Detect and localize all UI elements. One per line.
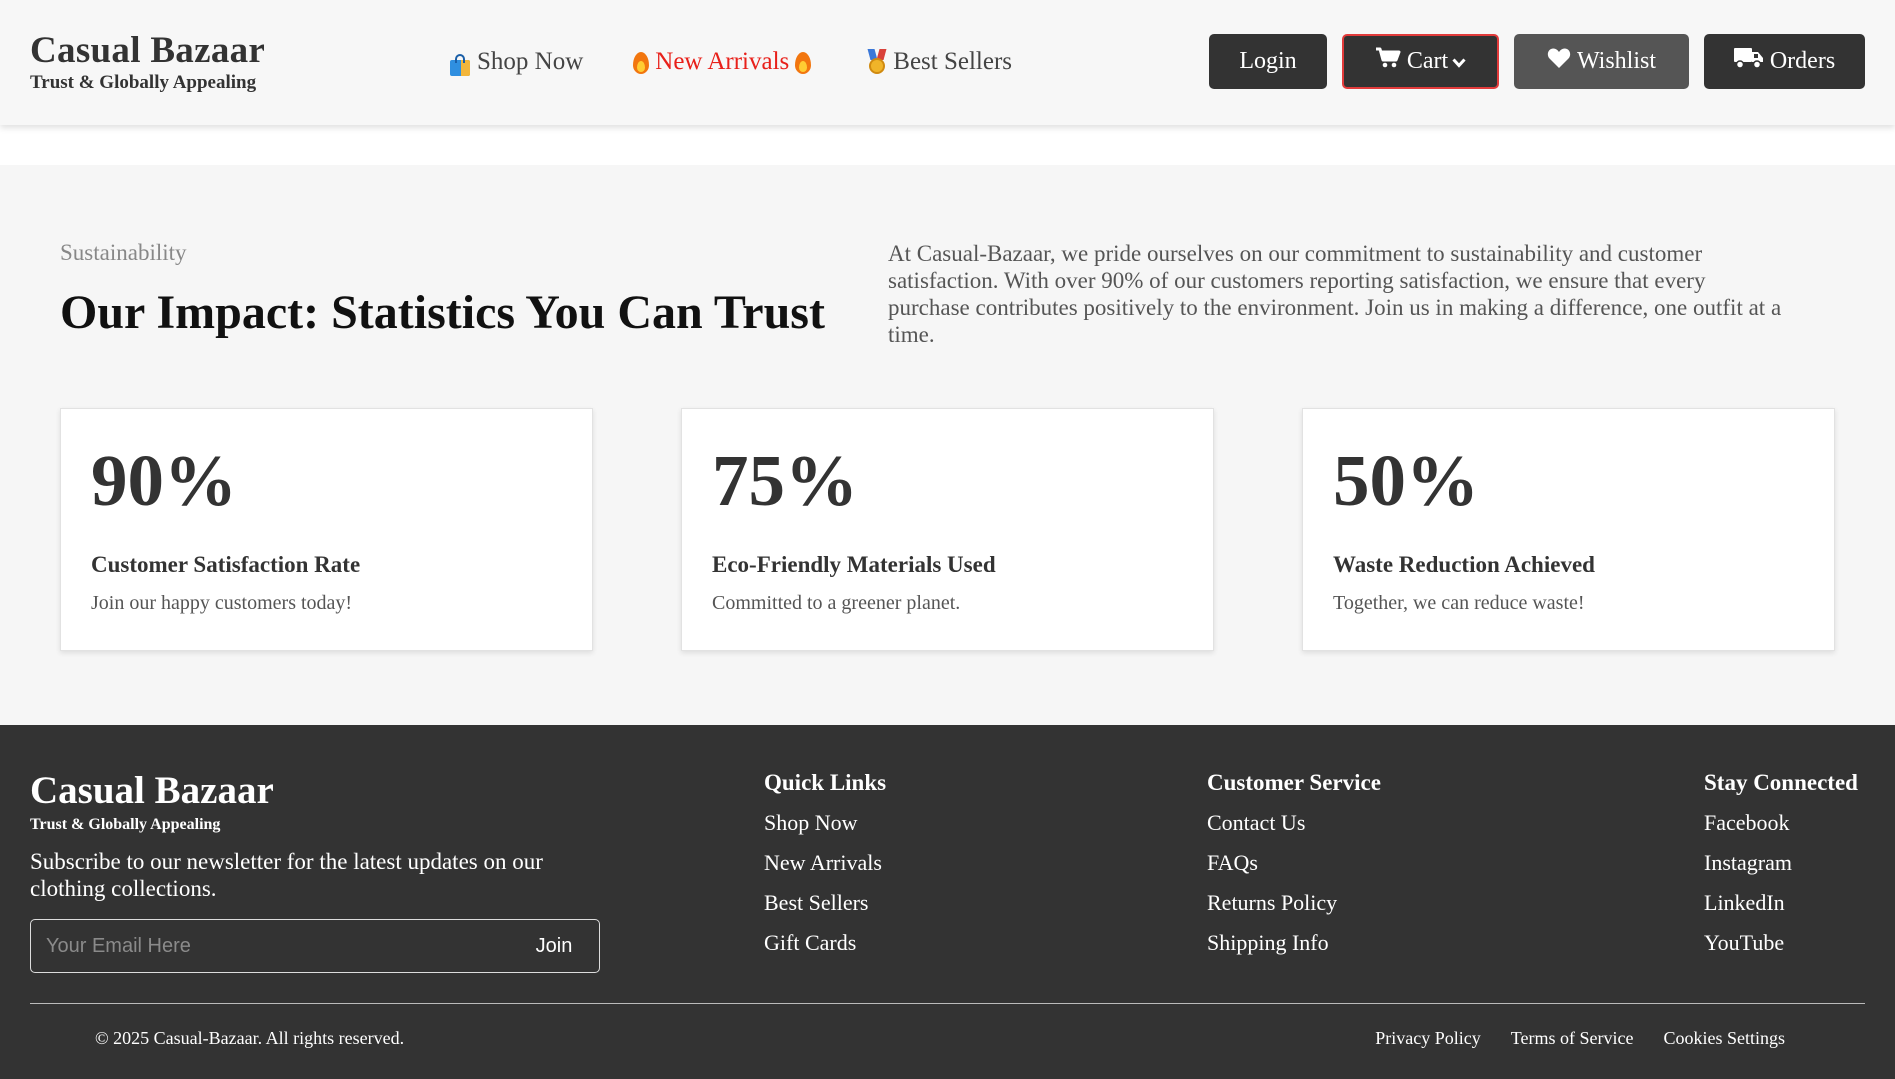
footer-brand-tagline: Trust & Globally Appealing [30, 816, 221, 833]
footer-link-shipping-info[interactable]: Shipping Info [1207, 930, 1381, 956]
footer-link-linkedin[interactable]: LinkedIn [1704, 890, 1858, 916]
wishlist-button[interactable]: Wishlist [1514, 34, 1689, 89]
stat-value: 75% [712, 440, 858, 521]
footer-link-best-sellers[interactable]: Best Sellers [764, 890, 886, 916]
footer-link-returns-policy[interactable]: Returns Policy [1207, 890, 1381, 916]
truck-icon [1733, 47, 1764, 76]
footer-column-title: Quick Links [764, 770, 887, 795]
footer-brand-name: Casual Bazaar [30, 769, 274, 812]
footer-column-title: Customer Service [1207, 770, 1381, 795]
terms-of-service-link[interactable]: Terms of Service [1511, 1028, 1634, 1049]
footer-link-new-arrivals[interactable]: New Arrivals [764, 850, 886, 876]
cart-icon [1375, 47, 1401, 76]
brand-tagline: Trust & Globally Appealing [30, 72, 257, 93]
impact-section: Sustainability Our Impact: Statistics Yo… [0, 165, 1895, 725]
footer-divider [30, 1003, 1865, 1004]
section-description: At Casual-Bazaar, we pride ourselves on … [888, 241, 1782, 347]
newsletter-text: Subscribe to our newsletter for the late… [30, 849, 543, 901]
medal-icon [866, 49, 888, 75]
site-footer: Casual Bazaar Trust & Globally Appealing… [0, 725, 1895, 1079]
nav-new-arrivals[interactable]: New Arrivals [632, 48, 812, 76]
footer-link-shop-now[interactable]: Shop Now [764, 810, 886, 836]
copyright-text: © 2025 Casual-Bazaar. All rights reserve… [95, 1028, 405, 1048]
heart-icon [1547, 47, 1571, 76]
footer-link-contact-us[interactable]: Contact Us [1207, 810, 1381, 836]
orders-button-label: Orders [1769, 48, 1836, 74]
fire-icon [794, 50, 812, 74]
stat-label: Customer Satisfaction Rate [91, 552, 361, 577]
login-button-label: Login [1239, 48, 1297, 74]
footer-link-instagram[interactable]: Instagram [1704, 850, 1858, 876]
header-brand[interactable]: Casual Bazaar Trust & Globally Appealing [30, 30, 265, 94]
cart-button[interactable]: Cart [1342, 34, 1499, 89]
footer-link-youtube[interactable]: YouTube [1704, 930, 1858, 956]
stat-card-waste: 50% Waste Reduction Achieved Together, w… [1302, 408, 1835, 651]
stat-label: Waste Reduction Achieved [1333, 552, 1595, 577]
stat-value: 90% [91, 440, 237, 521]
chevron-down-icon [1452, 48, 1466, 75]
login-button[interactable]: Login [1209, 34, 1327, 89]
footer-customer-service: Customer Service Contact Us FAQs Returns… [1207, 770, 1381, 970]
stat-subtext: Join our happy customers today! [91, 592, 353, 614]
nav-shop-now-label: Shop Now [477, 48, 584, 75]
footer-column-title: Stay Connected [1704, 770, 1858, 795]
main-nav: Shop Now New Arrivals Best Sellers [450, 48, 1012, 76]
cart-button-label: Cart [1406, 48, 1449, 74]
nav-best-sellers[interactable]: Best Sellers [866, 48, 1012, 76]
footer-quick-links: Quick Links Shop Now New Arrivals Best S… [764, 770, 886, 970]
footer-stay-connected: Stay Connected Facebook Instagram Linked… [1704, 770, 1858, 970]
newsletter-form: Join [30, 919, 600, 973]
stat-subtext: Committed to a greener planet. [712, 592, 961, 614]
section-eyebrow: Sustainability [60, 240, 187, 265]
stat-subtext: Together, we can reduce waste! [1333, 592, 1585, 614]
stat-value: 50% [1333, 440, 1479, 521]
site-header: Casual Bazaar Trust & Globally Appealing… [0, 0, 1895, 125]
stat-card-satisfaction: 90% Customer Satisfaction Rate Join our … [60, 408, 593, 651]
stat-label: Eco-Friendly Materials Used [712, 552, 996, 577]
stat-card-materials: 75% Eco-Friendly Materials Used Committe… [681, 408, 1214, 651]
footer-legal-links: Privacy Policy Terms of Service Cookies … [1345, 1028, 1785, 1049]
newsletter-join-button[interactable]: Join [509, 920, 599, 972]
shopping-bag-icon [450, 54, 472, 76]
footer-link-facebook[interactable]: Facebook [1704, 810, 1858, 836]
privacy-policy-link[interactable]: Privacy Policy [1375, 1028, 1481, 1049]
fire-icon [632, 50, 650, 74]
orders-button[interactable]: Orders [1704, 34, 1865, 89]
brand-name: Casual Bazaar [30, 30, 266, 71]
newsletter-email-input[interactable] [31, 920, 509, 972]
nav-shop-now[interactable]: Shop Now [450, 48, 583, 76]
section-title: Our Impact: Statistics You Can Trust [60, 286, 825, 339]
wishlist-button-label: Wishlist [1576, 48, 1657, 74]
nav-new-arrivals-label: New Arrivals [655, 48, 790, 75]
cookies-settings-link[interactable]: Cookies Settings [1663, 1028, 1785, 1049]
footer-link-gift-cards[interactable]: Gift Cards [764, 930, 886, 956]
nav-best-sellers-label: Best Sellers [893, 48, 1013, 75]
footer-link-faqs[interactable]: FAQs [1207, 850, 1381, 876]
